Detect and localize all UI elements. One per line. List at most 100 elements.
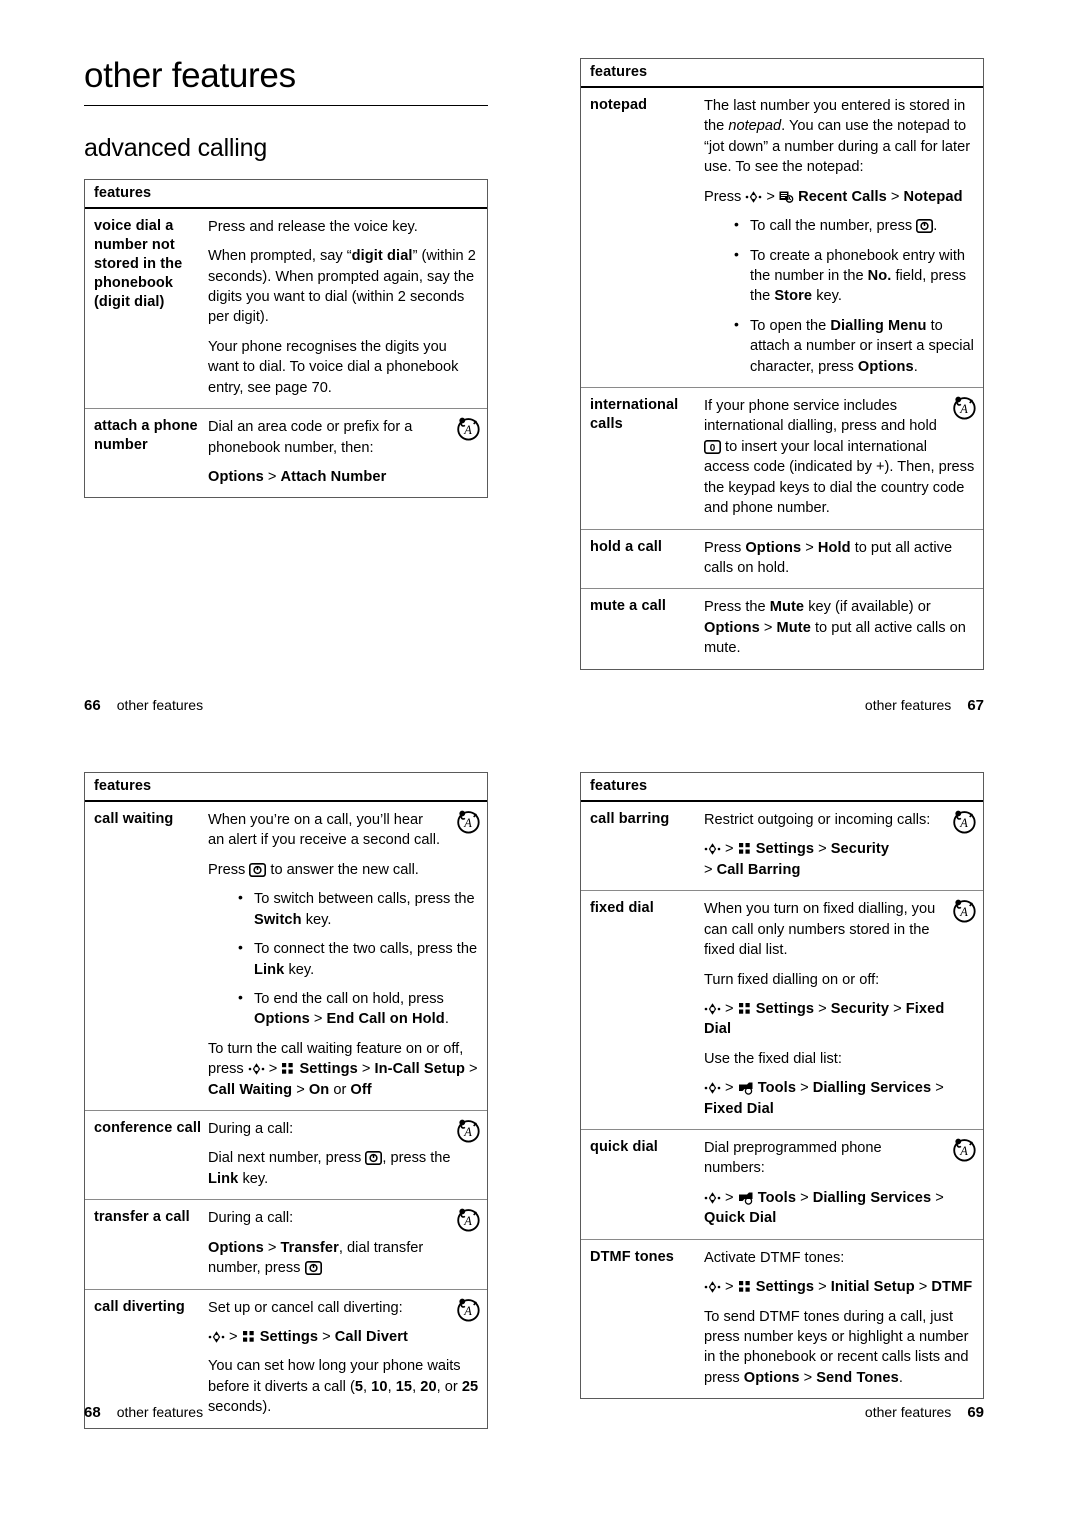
tools-menu-icon <box>738 1081 754 1095</box>
send-call-key-icon <box>249 862 267 877</box>
paragraph: When you turn on fixed dialling, you can… <box>704 901 936 959</box>
paragraph: During a call: <box>208 1210 294 1227</box>
feature-body-transfer-a-call: A During a call: Options > Transfer, dia… <box>208 1200 487 1288</box>
page-68: features call waiting A When you’re on a… <box>84 772 488 1442</box>
running-head: other features <box>116 697 204 713</box>
network-service-icon: A <box>453 1294 483 1324</box>
page-67: features notepad The last number you ent… <box>580 58 984 718</box>
settings-menu-icon <box>738 842 752 856</box>
running-head: other features <box>864 697 952 713</box>
feature-body-conference-call: A During a call: Dial next number, press… <box>208 1111 487 1199</box>
feature-body-call-barring: A Restrict outgoing or incoming calls: >… <box>704 802 983 890</box>
navigation-key-icon <box>208 1330 225 1344</box>
table-row: DTMF tones Activate DTMF tones: > Settin… <box>581 1240 983 1399</box>
page-footer-69: other features 69 <box>865 1404 984 1421</box>
feature-body-notepad: The last number you entered is stored in… <box>704 88 983 387</box>
svg-text:0: 0 <box>710 443 716 454</box>
page-number: 68 <box>84 1404 101 1421</box>
paragraph: > Settings > Security > Call Barring <box>704 841 890 878</box>
list-item: To create a phonebook entry with the num… <box>734 245 975 307</box>
paragraph: Use the fixed dial list: <box>704 1050 842 1067</box>
running-head: other features <box>116 1404 204 1420</box>
feature-label-call-waiting: call waiting <box>94 811 174 827</box>
settings-menu-icon <box>281 1062 295 1076</box>
paragraph: Press to answer the new call. <box>208 861 419 878</box>
list-item: To call the number, press . <box>734 215 975 236</box>
table-row: voice dial a number not stored in the phone… <box>85 209 487 410</box>
feature-body-hold-a-call: Press Options > Hold to put all active c… <box>704 530 983 589</box>
feature-label-voice-dial: voice dial a number not stored in the phone… <box>94 217 183 311</box>
feature-label-fixed-dial: fixed dial <box>590 900 654 917</box>
paragraph: > Tools > Dialling Services > Fixed Dial <box>704 1080 944 1117</box>
feature-label-call-barring: call barring <box>590 811 670 827</box>
paragraph: To send DTMF tones during a call, just p… <box>704 1308 969 1386</box>
table-row: call waiting A When you’re on a call, yo… <box>85 802 487 1112</box>
title-divider <box>84 104 488 106</box>
paragraph: Press and release the voice key. <box>208 218 418 235</box>
page-footer-68: 68 other features <box>84 1404 203 1421</box>
list-item: To end the call on hold, press Options >… <box>238 988 479 1030</box>
features-table-67: features notepad The last number you ent… <box>580 58 984 670</box>
list-item: To connect the two calls, press the Link… <box>238 938 479 980</box>
feature-body-voice-dial: Press and release the voice key. When pr… <box>208 209 487 408</box>
bullet-list: To switch between calls, press the Switc… <box>208 888 479 1030</box>
table-row: notepad The last number you entered is s… <box>581 88 983 389</box>
list-item: To switch between calls, press the Switc… <box>238 888 479 930</box>
settings-menu-icon <box>242 1330 256 1344</box>
navigation-key-icon <box>248 1062 265 1076</box>
table-row: hold a call Press Options > Hold to put … <box>581 530 983 590</box>
paragraph: > Tools > Dialling Services > Quick Dial <box>704 1189 944 1227</box>
send-call-key-icon <box>365 1151 383 1166</box>
tools-menu-icon <box>738 1191 754 1205</box>
paragraph: > Settings > Call Divert <box>208 1327 479 1347</box>
paragraph: When you’re on a call, you’ll hear an al… <box>208 812 441 849</box>
network-service-icon: A <box>949 806 979 836</box>
table-header-features: features <box>581 59 983 88</box>
navigation-key-icon <box>704 1191 721 1205</box>
feature-label-international-calls: international calls <box>590 397 679 433</box>
navigation-key-icon <box>704 1081 721 1095</box>
table-header-features: features <box>85 773 487 802</box>
features-table-66: features voice dial a number not stored in… <box>84 178 488 499</box>
page-title: other features <box>84 56 296 95</box>
paragraph: Dial preprogrammed phone numbers: <box>704 1140 882 1177</box>
paragraph: During a call: <box>208 1121 294 1138</box>
list-item: To open the Dialling Menu to attach a nu… <box>734 315 975 377</box>
table-row: international calls A If your phone servi… <box>581 388 983 530</box>
paragraph: Turn fixed dialling on or off: <box>704 971 880 988</box>
feature-label-mute-a-call: mute a call <box>590 598 667 615</box>
paragraph: Activate DTMF tones: <box>704 1249 845 1266</box>
paragraph: You can set how long your phone waits be… <box>208 1358 479 1416</box>
table-row: quick dial A Dial preprogrammed phone nu… <box>581 1130 983 1240</box>
page-footer-67: other features 67 <box>865 697 984 714</box>
feature-label-hold-a-call: hold a call <box>590 538 663 555</box>
paragraph: > Settings > Security > Fixed Dial <box>704 1000 945 1038</box>
feature-body-call-waiting: A When you’re on a call, you’ll hear an … <box>208 802 487 1110</box>
recent-calls-menu-icon <box>779 190 794 204</box>
navigation-key-icon <box>704 1002 721 1016</box>
paragraph: Press > Recent Calls > Notepad <box>704 188 963 205</box>
table-row: attach a phone number A Dial an area code… <box>85 409 487 497</box>
running-head: other features <box>864 1404 952 1420</box>
paragraph: Dial an area code or prefix for a phoneb… <box>208 419 413 456</box>
page-number: 67 <box>967 697 984 714</box>
feature-label-conference-call: conference call <box>94 1120 202 1137</box>
features-table-69: features call barring A Restrict outgoin… <box>580 772 984 1400</box>
settings-menu-icon <box>738 1280 752 1294</box>
paragraph: > Settings > Initial Setup > DTMF <box>704 1277 975 1297</box>
paragraph: If your phone service includes internati… <box>704 398 975 517</box>
paragraph: Set up or cancel call diverting: <box>208 1299 403 1316</box>
network-service-icon: A <box>949 392 979 422</box>
paragraph: Options > Attach Number <box>208 468 387 485</box>
send-call-key-icon <box>304 1261 322 1276</box>
feature-body-mute-a-call: Press the Mute key (if available) or Opt… <box>704 589 983 668</box>
table-row: conference call A During a call: Dial ne… <box>85 1111 487 1201</box>
settings-menu-icon <box>738 1002 752 1016</box>
section-title: advanced calling <box>84 133 268 162</box>
feature-label-dtmf-tones: DTMF tones <box>590 1248 674 1265</box>
send-call-key-icon <box>916 219 934 234</box>
feature-body-fixed-dial: A When you turn on fixed dialling, you c… <box>704 891 983 1129</box>
network-service-icon: A <box>949 1134 979 1164</box>
feature-body-attach-number: A Dial an area code or prefix for a phon… <box>208 409 487 497</box>
paragraph: To turn the call waiting feature on or o… <box>208 1040 478 1098</box>
